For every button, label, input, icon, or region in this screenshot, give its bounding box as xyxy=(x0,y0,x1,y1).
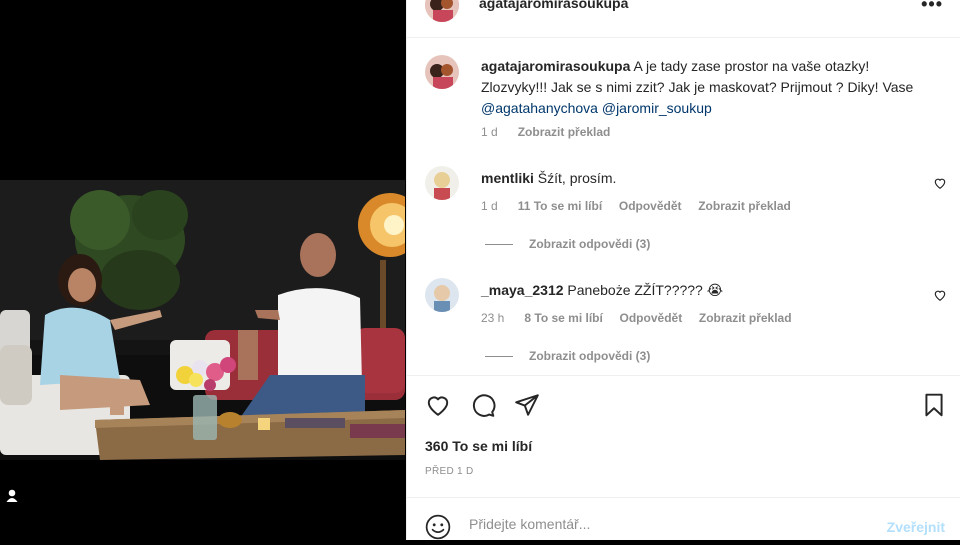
comment-username[interactable]: _maya_2312 xyxy=(481,282,564,298)
post-photo[interactable] xyxy=(0,180,405,460)
view-replies-button[interactable]: Zobrazit odpovědi (3) xyxy=(485,349,650,363)
comment-time: 23 h xyxy=(481,311,505,325)
comment-body: mentliki Šźít, prosím. xyxy=(481,170,616,186)
smiley-icon[interactable] xyxy=(425,514,451,540)
author-avatar[interactable] xyxy=(425,0,459,22)
more-options-icon[interactable]: ••• xyxy=(921,0,943,15)
comment-input[interactable] xyxy=(469,516,849,532)
comment-translate-link[interactable]: Zobrazit překlad xyxy=(698,199,791,213)
comment-avatar[interactable] xyxy=(425,278,459,312)
tagged-user-icon[interactable] xyxy=(4,488,20,504)
comment-username[interactable]: mentliki xyxy=(481,170,534,186)
action-bar-divider xyxy=(407,375,960,376)
post-comment-button[interactable]: Zveřejnit xyxy=(887,519,945,535)
comment-meta: 1 d 11 To se mi líbí Odpovědět Zobrazit … xyxy=(481,199,791,213)
likes-count[interactable]: 360 To se mi líbí xyxy=(425,438,532,454)
comment-reply-button[interactable]: Odpovědět xyxy=(619,199,682,213)
post-header: agatajaromirasoukupa ••• xyxy=(407,0,960,38)
heart-icon[interactable] xyxy=(425,392,451,418)
comment-likes-count[interactable]: 11 To se mi líbí xyxy=(518,199,602,213)
post-photo-illustration xyxy=(0,180,405,460)
mention-link-1[interactable]: @agatahanychova xyxy=(481,100,598,116)
post-media-pane xyxy=(0,0,405,540)
bookmark-icon[interactable] xyxy=(921,392,947,418)
comment-like-heart-icon[interactable] xyxy=(933,288,947,302)
post-caption: agatajaromirasoukupa A je tady zase pros… xyxy=(481,56,921,119)
comment-translate-link[interactable]: Zobrazit překlad xyxy=(699,311,792,325)
comment-meta: 23 h 8 To se mi líbí Odpovědět Zobrazit … xyxy=(481,311,792,325)
comment-body: _maya_2312 Paneboże ZŽÍT????? 😭 xyxy=(481,282,723,299)
share-icon[interactable] xyxy=(514,392,540,418)
replies-divider xyxy=(485,356,513,358)
caption-meta: 1 d Zobrazit překlad xyxy=(481,125,610,139)
comment-text: Paneboże ZŽÍT????? xyxy=(567,282,703,298)
view-replies-button[interactable]: Zobrazit odpovědi (3) xyxy=(485,237,650,251)
view-replies-label: Zobrazit odpovědi (3) xyxy=(529,349,651,363)
crying-face-emoji: 😭 xyxy=(706,282,724,298)
comment-text: Šźít, prosím. xyxy=(537,170,617,186)
replies-divider xyxy=(485,244,513,246)
comment-avatar[interactable] xyxy=(425,166,459,200)
comment-like-heart-icon[interactable] xyxy=(933,176,947,190)
caption-translate-link[interactable]: Zobrazit překlad xyxy=(518,125,611,139)
caption-author-avatar[interactable] xyxy=(425,55,459,89)
caption-time: 1 d xyxy=(481,125,498,139)
comment-likes-count[interactable]: 8 To se mi líbí xyxy=(524,311,602,325)
comment-composer: Zveřejnit xyxy=(407,497,960,541)
comment-icon[interactable] xyxy=(470,392,496,418)
caption-username[interactable]: agatajaromirasoukupa xyxy=(481,58,630,74)
author-username[interactable]: agatajaromirasoukupa xyxy=(479,0,628,11)
comment-reply-button[interactable]: Odpovědět xyxy=(620,311,683,325)
comment-time: 1 d xyxy=(481,199,498,213)
post-date[interactable]: PŘED 1 D xyxy=(425,466,474,477)
view-replies-label: Zobrazit odpovědi (3) xyxy=(529,237,651,251)
mention-link-2[interactable]: @jaromir_soukup xyxy=(602,100,712,116)
post-details-panel: agatajaromirasoukupa ••• agatajaromiraso… xyxy=(406,0,960,540)
